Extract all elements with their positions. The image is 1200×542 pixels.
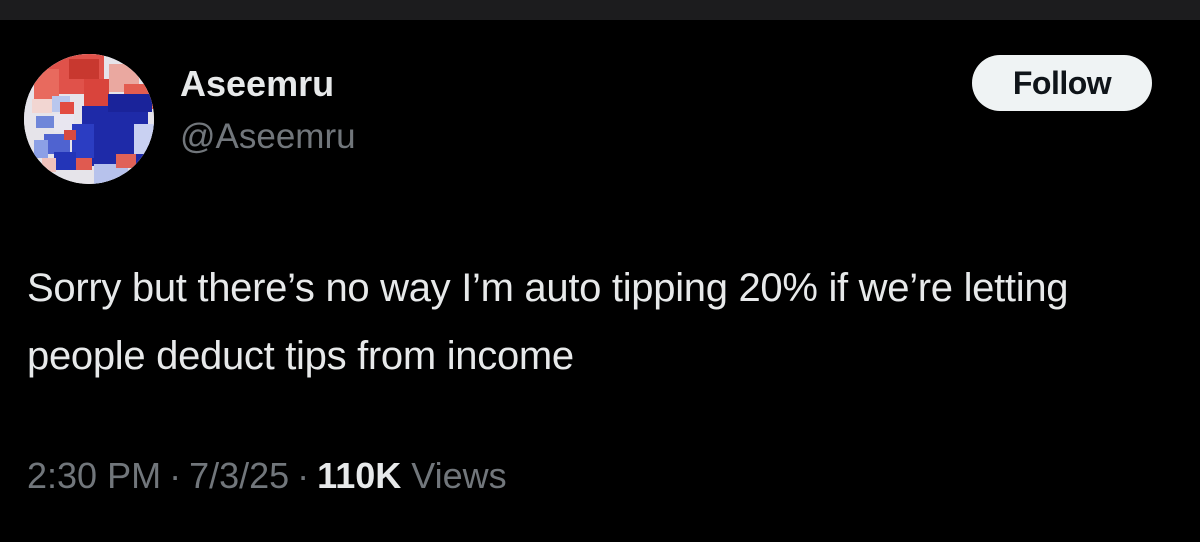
top-strip [0, 0, 1200, 20]
follow-button[interactable]: Follow [972, 55, 1152, 111]
tweet-date[interactable]: 7/3/25 [189, 455, 289, 496]
tweet-meta: 2:30 PM · 7/3/25 · 110K Views [27, 452, 507, 500]
tweet-time[interactable]: 2:30 PM [27, 455, 161, 496]
author-display-name[interactable]: Aseemru [180, 62, 334, 106]
meta-separator: · [297, 455, 310, 496]
tweet-text: Sorry but there’s no way I’m auto tippin… [27, 266, 1069, 378]
author-handle[interactable]: @Aseemru [180, 116, 356, 158]
views-count: 110K [317, 455, 402, 496]
avatar-image [24, 54, 154, 184]
views-label: Views [411, 455, 507, 496]
meta-separator: · [169, 455, 182, 496]
tweet-card: Aseemru @Aseemru Follow Sorry but there’… [0, 20, 1200, 542]
avatar[interactable] [24, 54, 154, 184]
